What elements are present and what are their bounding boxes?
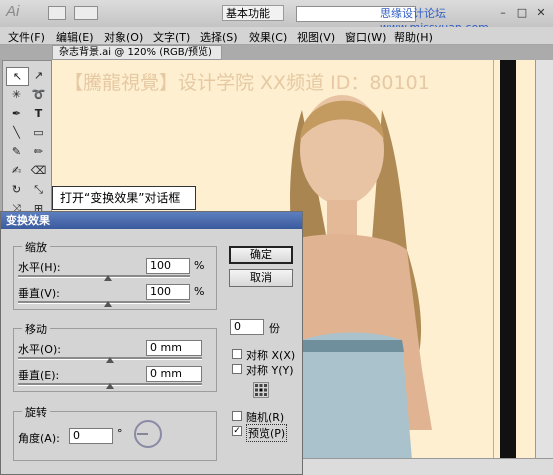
vertical-scrollbar[interactable]: [535, 60, 553, 460]
preview-checkbox[interactable]: ✓: [232, 426, 242, 436]
cancel-button[interactable]: 取消: [229, 269, 293, 287]
rectangle-tool-icon[interactable]: ▭: [28, 124, 49, 141]
move-vertical-slider-handle[interactable]: [106, 383, 114, 389]
instruction-callout: 打开“变换效果”对话框: [52, 186, 196, 210]
scale-vertical-slider-handle[interactable]: [104, 301, 112, 307]
tools-panel: ↖ ↗ ✳ ➰ ✒ T ╲ ▭ ✎ ✏ ✍ ⌫ ↻ ⤡ ⤨ ⊞: [2, 60, 52, 220]
preview-label: 预览(P): [246, 424, 288, 442]
move-horizontal-input[interactable]: 0 mm: [146, 340, 202, 356]
rotate-angle-input[interactable]: 0: [69, 428, 113, 444]
menu-effect[interactable]: 效果(C): [249, 29, 287, 45]
blob-brush-tool-icon[interactable]: ✍: [6, 162, 27, 179]
rotate-degree-symbol: °: [117, 427, 123, 440]
random-label: 随机(R): [246, 411, 285, 424]
scale-tool-icon[interactable]: ⤡: [28, 181, 49, 198]
ok-button[interactable]: 确定: [229, 246, 293, 264]
app-logo: Ai: [6, 3, 20, 20]
scale-horizontal-input[interactable]: 100: [146, 258, 190, 274]
scale-vertical-label: 垂直(V):: [18, 287, 60, 300]
guide-line: [493, 60, 494, 460]
reflect-y-label: 对称 Y(Y): [246, 364, 294, 377]
move-horizontal-label: 水平(O):: [18, 343, 61, 356]
menu-window[interactable]: 窗口(W): [345, 29, 386, 45]
scale-horizontal-unit: %: [194, 259, 205, 272]
move-vertical-label: 垂直(E):: [18, 369, 60, 382]
reference-point-locator-icon[interactable]: [253, 382, 269, 398]
rotate-group-label: 旋转: [22, 404, 50, 420]
paintbrush-tool-icon[interactable]: ✎: [6, 143, 27, 160]
eraser-tool-icon[interactable]: ⌫: [28, 162, 49, 179]
reflect-y-checkbox[interactable]: [232, 364, 242, 374]
line-tool-icon[interactable]: ╲: [6, 124, 27, 141]
menu-select[interactable]: 选择(S): [200, 29, 238, 45]
menu-view[interactable]: 视图(V): [297, 29, 335, 45]
move-horizontal-slider-handle[interactable]: [106, 357, 114, 363]
menu-edit[interactable]: 编辑(E): [56, 29, 94, 45]
horizontal-scrollbar[interactable]: [300, 458, 553, 475]
scale-horizontal-slider-handle[interactable]: [104, 275, 112, 281]
menu-bar: 文件(F) 编辑(E) 对象(O) 文字(T) 选择(S) 效果(C) 视图(V…: [0, 27, 553, 45]
maximize-button[interactable]: □: [513, 6, 531, 20]
direct-selection-tool-icon[interactable]: ↗: [28, 67, 49, 84]
reflect-x-label: 对称 X(X): [246, 349, 296, 362]
rotate-angle-label: 角度(A):: [18, 432, 60, 445]
pencil-tool-icon[interactable]: ✏: [28, 143, 49, 160]
menu-type[interactable]: 文字(T): [153, 29, 190, 45]
type-tool-icon[interactable]: T: [28, 105, 49, 122]
random-checkbox[interactable]: [232, 411, 242, 421]
document-tab[interactable]: 杂志背景.ai @ 120% (RGB/预览): [52, 45, 222, 60]
menu-file[interactable]: 文件(F): [8, 29, 45, 45]
bridge-icon[interactable]: [48, 6, 66, 20]
arrange-documents-icon[interactable]: [74, 6, 98, 20]
black-stripe: [500, 60, 516, 460]
menu-help[interactable]: 帮助(H): [394, 29, 433, 45]
title-bar: Ai 基本功能 思缘设计论坛 www.missyuan.com – □ ✕: [0, 0, 553, 34]
scale-vertical-unit: %: [194, 285, 205, 298]
close-button[interactable]: ✕: [532, 6, 550, 20]
rotate-dial-icon[interactable]: [133, 419, 163, 449]
move-vertical-input[interactable]: 0 mm: [146, 366, 202, 382]
rotate-tool-icon[interactable]: ↻: [6, 181, 27, 198]
transform-effect-dialog: 变换效果 缩放 水平(H): 100 % 垂直(V): 100 % 移动 水平(…: [0, 211, 303, 475]
scale-vertical-input[interactable]: 100: [146, 284, 190, 300]
scale-group-label: 缩放: [22, 239, 50, 255]
reflect-x-checkbox[interactable]: [232, 349, 242, 359]
scale-horizontal-label: 水平(H):: [18, 261, 61, 274]
copies-unit-label: 份: [269, 322, 280, 335]
selection-tool-icon[interactable]: ↖: [6, 67, 29, 86]
copies-input[interactable]: 0: [230, 319, 264, 335]
menu-object[interactable]: 对象(O): [104, 29, 143, 45]
lasso-tool-icon[interactable]: ➰: [28, 86, 49, 103]
pen-tool-icon[interactable]: ✒: [6, 105, 27, 122]
workspace-switcher[interactable]: 基本功能: [222, 5, 284, 21]
minimize-button[interactable]: –: [494, 6, 512, 20]
dialog-title: 变换效果: [1, 212, 302, 229]
magic-wand-tool-icon[interactable]: ✳: [6, 86, 27, 103]
move-group-label: 移动: [22, 321, 50, 337]
